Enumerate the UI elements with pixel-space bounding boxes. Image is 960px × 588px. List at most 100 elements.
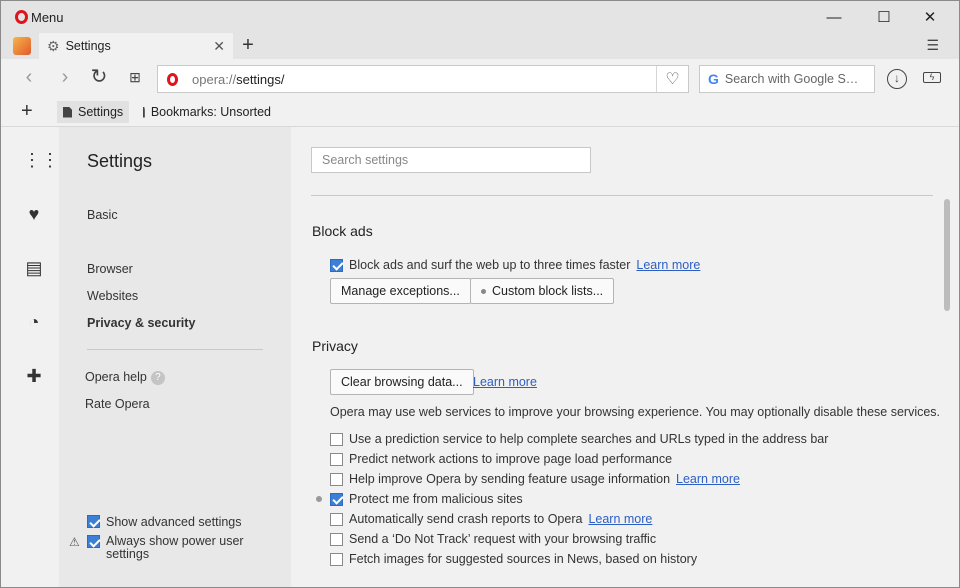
opera-badge-icon: [167, 72, 178, 86]
learn-more-link[interactable]: Learn more: [636, 258, 700, 272]
checkbox[interactable]: [330, 532, 343, 546]
learn-more-link[interactable]: Learn more: [473, 375, 537, 389]
history-icon[interactable]: ◔: [23, 311, 45, 333]
page-icon: [63, 106, 72, 118]
back-button[interactable]: ‹: [17, 67, 41, 89]
bookmark-label: Bookmarks: Unsorted: [150, 105, 271, 119]
option-predict-network[interactable]: Predict network actions to improve page …: [330, 452, 672, 466]
nav-browser[interactable]: Browser: [87, 262, 133, 276]
checkbox[interactable]: [330, 472, 343, 486]
nav-websites[interactable]: Websites: [87, 289, 138, 303]
nav-rate-opera[interactable]: Rate Opera: [85, 397, 150, 411]
checkbox-label: Send a ‘Do Not Track’ request with your …: [349, 532, 657, 546]
clear-browsing-data-button[interactable]: Clear browsing data...: [330, 369, 474, 395]
search-box[interactable]: G Search with Google S…: [699, 65, 875, 93]
option-crash-reports[interactable]: Automatically send crash reports to Oper…: [330, 512, 652, 526]
section-heading-block-ads: Block ads: [312, 223, 373, 239]
help-icon: ?: [150, 370, 165, 385]
block-ads-checkbox[interactable]: Block ads and surf the web up to three t…: [330, 258, 700, 272]
checkbox[interactable]: [87, 535, 100, 548]
checkbox-label: Use a prediction service to help complet…: [349, 432, 829, 446]
forward-button[interactable]: ›: [53, 67, 77, 89]
speed-dial-tab-icon[interactable]: [13, 37, 31, 55]
minimize-button[interactable]: —: [811, 1, 857, 33]
checkbox-label: Fetch images for suggested sources in Ne…: [349, 552, 698, 566]
settings-content: Search settings Block ads Block ads and …: [291, 127, 941, 587]
checkbox-label: Always show power user settings: [106, 534, 244, 561]
search-placeholder: Search with Google S…: [724, 72, 859, 86]
checkbox-label: Help improve Opera by sending feature us…: [349, 472, 671, 486]
new-tab-button[interactable]: +: [237, 35, 259, 57]
extensions-icon[interactable]: ✚: [23, 365, 45, 387]
tab-strip: ⚙ Settings ✕ + ☰: [1, 33, 959, 59]
option-do-not-track[interactable]: Send a ‘Do Not Track’ request with your …: [330, 532, 656, 546]
checkbox[interactable]: [330, 552, 343, 566]
nav-privacy-security[interactable]: Privacy & security: [87, 316, 195, 330]
heart-icon[interactable]: ♥: [23, 203, 45, 225]
learn-more-link[interactable]: Learn more: [588, 512, 652, 526]
learn-more-link[interactable]: Learn more: [676, 472, 740, 486]
nav-opera-help[interactable]: Opera help?: [85, 370, 165, 385]
nav-basic[interactable]: Basic: [87, 208, 118, 222]
tab-settings[interactable]: ⚙ Settings ✕: [39, 33, 233, 59]
tab-grid-button[interactable]: ⊞: [123, 67, 147, 89]
nav-divider: [87, 349, 263, 350]
checkbox[interactable]: [330, 258, 343, 272]
show-advanced-checkbox[interactable]: Show advanced settings: [87, 515, 242, 529]
checkbox[interactable]: [87, 515, 100, 528]
tab-menu-icon[interactable]: ☰: [926, 37, 939, 54]
option-feature-usage[interactable]: Help improve Opera by sending feature us…: [330, 472, 740, 486]
scrollbar-thumb[interactable]: [944, 199, 950, 311]
bookmark-heart-icon[interactable]: ♡: [656, 66, 688, 92]
checkbox[interactable]: [330, 512, 343, 526]
browser-window: Menu — ☐ ✕ ⚙ Settings ✕ + ☰ ‹ › ↻ ⊞ oper…: [0, 0, 960, 588]
bookmark-unsorted[interactable]: Bookmarks: Unsorted: [137, 101, 277, 123]
modified-indicator: [316, 496, 322, 502]
speed-dial-icon[interactable]: ⋮⋮⋮: [23, 149, 77, 171]
button-label: Custom block lists...: [492, 284, 604, 298]
custom-block-lists-button[interactable]: Custom block lists...: [470, 278, 615, 304]
gear-icon: ⚙: [47, 37, 60, 54]
close-button[interactable]: ✕: [907, 1, 953, 33]
add-bookmark-button[interactable]: +: [21, 100, 33, 123]
option-prediction-service[interactable]: Use a prediction service to help complet…: [330, 432, 828, 446]
checkbox-label: Protect me from malicious sites: [349, 492, 523, 506]
bookmark-settings[interactable]: Settings: [57, 101, 130, 123]
battery-saver-icon[interactable]: ϟ: [923, 72, 941, 83]
section-heading-privacy: Privacy: [312, 338, 358, 354]
address-bar[interactable]: opera://settings/ ♡: [157, 65, 689, 93]
reload-button[interactable]: ↻: [87, 67, 111, 89]
menu-label: Menu: [31, 9, 64, 25]
checkbox[interactable]: [330, 432, 343, 446]
manage-exceptions-button[interactable]: Manage exceptions...: [330, 278, 471, 304]
option-malicious-sites[interactable]: Protect me from malicious sites: [330, 492, 523, 506]
always-power-user-checkbox[interactable]: Always show power user settings: [87, 535, 257, 561]
tab-title: Settings: [65, 39, 111, 53]
privacy-learn-more[interactable]: Learn more: [473, 375, 537, 389]
tab-close-icon[interactable]: ✕: [213, 38, 225, 55]
checkbox-label: Show advanced settings: [106, 515, 242, 529]
url-text[interactable]: opera://settings/: [192, 72, 285, 87]
news-icon[interactable]: ▤: [23, 257, 45, 279]
checkbox-label: Block ads and surf the web up to three t…: [349, 258, 631, 272]
title-bar: Menu — ☐ ✕: [1, 1, 959, 33]
google-icon: G: [708, 71, 719, 87]
checkbox-label: Automatically send crash reports to Oper…: [349, 512, 583, 526]
checkbox[interactable]: [330, 492, 343, 506]
download-icon[interactable]: ↓: [887, 69, 907, 89]
option-fetch-images[interactable]: Fetch images for suggested sources in Ne…: [330, 552, 697, 566]
privacy-description: Opera may use web services to improve yo…: [330, 405, 941, 419]
page-icon: [143, 106, 145, 118]
checkbox[interactable]: [330, 452, 343, 466]
maximize-button[interactable]: ☐: [861, 1, 907, 33]
address-toolbar: ‹ › ↻ ⊞ opera://settings/ ♡ G Search wit…: [1, 59, 959, 97]
opera-menu-button[interactable]: Menu: [15, 8, 64, 26]
search-settings-input[interactable]: Search settings: [311, 147, 591, 173]
divider: [311, 195, 933, 196]
warning-icon: ⚠: [69, 535, 80, 549]
opera-logo-icon: [15, 10, 28, 24]
sidebar: ⋮⋮⋮ ♥ ▤ ◔ ✚: [1, 127, 77, 587]
settings-title: Settings: [87, 151, 153, 171]
bookmark-label: Settings: [78, 105, 124, 119]
scrollbar[interactable]: [941, 127, 959, 587]
